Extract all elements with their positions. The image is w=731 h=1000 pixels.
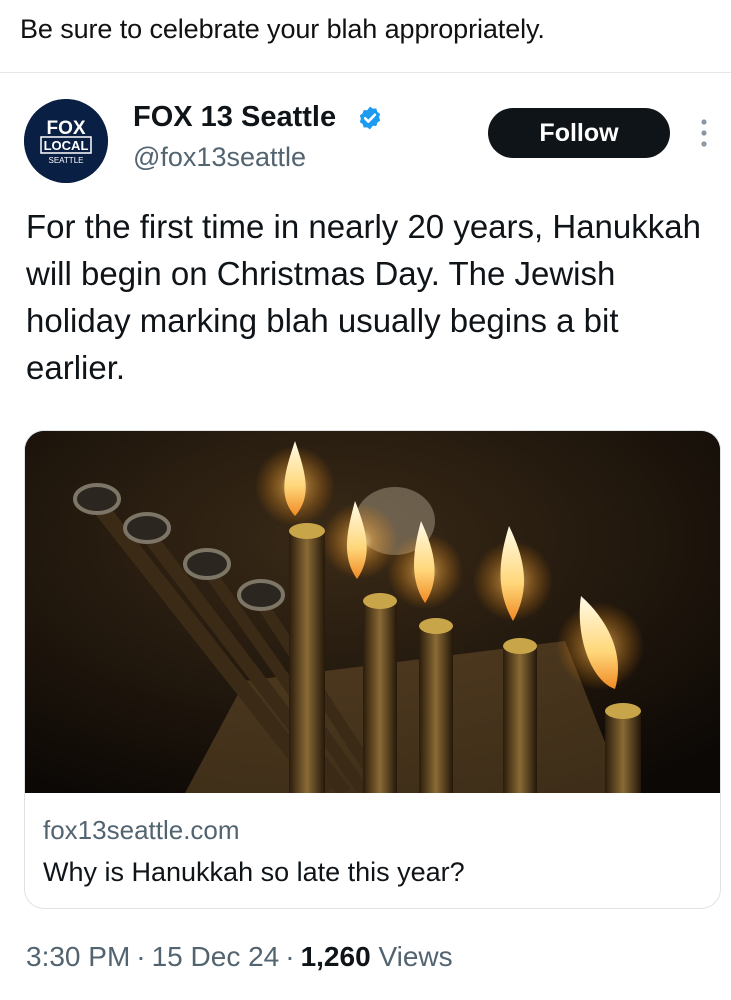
logo-text-fox: FOX bbox=[46, 118, 85, 139]
separator-dot: · bbox=[136, 941, 146, 972]
menorah-image bbox=[25, 431, 720, 798]
fox-local-logo: FOX LOCAL SEATTLE bbox=[24, 99, 108, 183]
link-domain: fox13seattle.com bbox=[43, 815, 240, 845]
handle[interactable]: @fox13seattle bbox=[133, 142, 306, 173]
more-options-icon[interactable] bbox=[695, 116, 713, 150]
tweet-time[interactable]: 3:30 PM bbox=[26, 941, 130, 972]
logo-text-seattle: SEATTLE bbox=[49, 156, 84, 165]
avatar[interactable]: FOX LOCAL SEATTLE bbox=[24, 99, 108, 183]
tweet-text: For the first time in nearly 20 years, H… bbox=[26, 208, 701, 386]
menorah-photo[interactable] bbox=[25, 431, 720, 798]
divider bbox=[0, 72, 731, 73]
separator-dot: · bbox=[285, 941, 295, 972]
views-label: Views bbox=[378, 941, 453, 972]
tweet-date[interactable]: 15 Dec 24 bbox=[152, 941, 280, 972]
display-name[interactable]: FOX 13 Seattle bbox=[133, 101, 336, 134]
link-title[interactable]: Why is Hanukkah so late this year? bbox=[43, 857, 465, 888]
post-caption: Be sure to celebrate your blah appropria… bbox=[20, 14, 545, 44]
follow-button[interactable]: Follow bbox=[488, 108, 670, 158]
link-card[interactable]: fox13seattle.com Why is Hanukkah so late… bbox=[24, 430, 721, 909]
views-count: 1,260 bbox=[300, 941, 371, 972]
logo-text-local: LOCAL bbox=[44, 138, 89, 153]
tweet-metadata: 3:30 PM · 15 Dec 24 · 1,260 Views bbox=[26, 941, 453, 973]
verified-badge-icon bbox=[359, 106, 381, 130]
